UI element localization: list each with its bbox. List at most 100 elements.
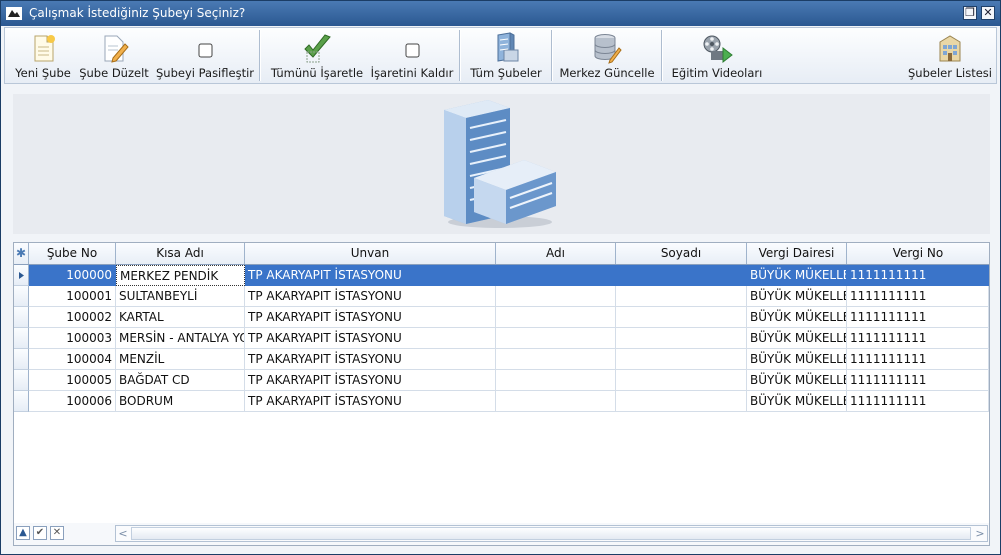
column-header-tax-office[interactable]: Vergi Dairesi: [747, 243, 847, 264]
cell-branch-no[interactable]: 100002: [29, 307, 116, 328]
restore-button[interactable]: ❐: [963, 6, 977, 20]
row-indicator[interactable]: [14, 265, 29, 286]
confirm-icon[interactable]: ✔: [33, 526, 47, 540]
cell-last-name[interactable]: [616, 349, 747, 370]
cell-last-name[interactable]: [616, 307, 747, 328]
all-branches-button[interactable]: Tüm Şubeler: [465, 28, 547, 83]
new-row-icon[interactable]: ✱: [14, 243, 29, 264]
table-row[interactable]: 100001 SULTANBEYLİ TP AKARYAPIT İSTASYONU B…: [14, 286, 989, 307]
cell-tax-office[interactable]: BÜYÜK MÜKELLEF: [747, 307, 847, 328]
cell-tax-office[interactable]: BÜYÜK MÜKELLEF: [747, 286, 847, 307]
close-button[interactable]: ✕: [981, 6, 995, 20]
row-indicator[interactable]: [14, 349, 29, 370]
cell-branch-no[interactable]: 100000: [29, 265, 116, 286]
cell-tax-office[interactable]: BÜYÜK MÜKELLEF: [747, 265, 847, 286]
cell-tax-no[interactable]: 1111111111: [847, 328, 989, 349]
cell-first-name[interactable]: [496, 307, 616, 328]
cell-tax-no[interactable]: 1111111111: [847, 391, 989, 412]
cell-tax-no[interactable]: 1111111111: [847, 286, 989, 307]
update-center-label: Merkez Güncelle: [559, 66, 655, 80]
table-row[interactable]: 100005 BAĞDAT CD TP AKARYAPIT İSTASYONU BÜY…: [14, 370, 989, 391]
branch-selection-window: Çalışmak İstediğiniz Şubeyi Seçiniz? ❐ ✕…: [0, 0, 1001, 555]
cell-short-name[interactable]: MERKEZ PENDİK: [116, 265, 245, 286]
cell-last-name[interactable]: [616, 370, 747, 391]
column-header-short-name[interactable]: Kısa Adı: [116, 243, 245, 264]
cell-tax-no[interactable]: 1111111111: [847, 370, 989, 391]
training-videos-button[interactable]: Eğitim Videoları: [667, 28, 767, 83]
branch-list-button[interactable]: Şubeler Listesi: [905, 28, 995, 83]
cell-last-name[interactable]: [616, 265, 747, 286]
cell-branch-no[interactable]: 100004: [29, 349, 116, 370]
cell-branch-no[interactable]: 100001: [29, 286, 116, 307]
row-indicator[interactable]: [14, 286, 29, 307]
building-icon: [939, 35, 961, 62]
cell-tax-no[interactable]: 1111111111: [847, 349, 989, 370]
cell-title[interactable]: TP AKARYAPIT İSTASYONU: [245, 286, 496, 307]
row-indicator[interactable]: [14, 370, 29, 391]
row-indicator[interactable]: [14, 328, 29, 349]
table-row[interactable]: 100000 MERKEZ PENDİK TP AKARYAPIT İSTASYON…: [14, 265, 989, 286]
cell-first-name[interactable]: [496, 265, 616, 286]
update-center-button[interactable]: Merkez Güncelle: [557, 28, 657, 83]
check-all-button[interactable]: Tümünü İşaretle: [265, 28, 369, 83]
cell-first-name[interactable]: [496, 349, 616, 370]
cell-branch-no[interactable]: 100005: [29, 370, 116, 391]
scroll-left-icon[interactable]: <: [116, 526, 130, 541]
cell-short-name[interactable]: SULTANBEYLİ: [116, 286, 245, 307]
cell-short-name[interactable]: MERSİN - ANTALYA YOLU: [116, 328, 245, 349]
cell-first-name[interactable]: [496, 391, 616, 412]
cell-tax-office[interactable]: BÜYÜK MÜKELLEF: [747, 328, 847, 349]
table-row[interactable]: 100002 KARTAL TP AKARYAPIT İSTASYONU BÜYÜK …: [14, 307, 989, 328]
cell-short-name[interactable]: MENZİL: [116, 349, 245, 370]
grid-header: ✱ Şube No Kısa Adı Unvan Adı Soyadı Verg…: [14, 243, 989, 265]
horizontal-scrollbar[interactable]: < >: [115, 525, 988, 542]
cell-first-name[interactable]: [496, 328, 616, 349]
scroll-right-icon[interactable]: >: [973, 526, 987, 541]
cell-title[interactable]: TP AKARYAPIT İSTASYONU: [245, 391, 496, 412]
cell-branch-no[interactable]: 100006: [29, 391, 116, 412]
grid-navigator: ▲ ✔ ✕ < >: [14, 523, 989, 545]
move-up-icon[interactable]: ▲: [16, 526, 30, 540]
all-branches-label: Tüm Şubeler: [470, 66, 542, 80]
column-header-tax-no[interactable]: Vergi No: [847, 243, 989, 264]
cell-title[interactable]: TP AKARYAPIT İSTASYONU: [245, 349, 496, 370]
cell-short-name[interactable]: KARTAL: [116, 307, 245, 328]
current-row-icon: [19, 272, 24, 279]
table-row[interactable]: 100004 MENZİL TP AKARYAPIT İSTASYONU BÜYÜK …: [14, 349, 989, 370]
row-indicator[interactable]: [14, 391, 29, 412]
cell-short-name[interactable]: BAĞDAT CD: [116, 370, 245, 391]
cell-last-name[interactable]: [616, 328, 747, 349]
cell-title[interactable]: TP AKARYAPIT İSTASYONU: [245, 370, 496, 391]
column-header-last-name[interactable]: Soyadı: [616, 243, 747, 264]
table-row[interactable]: 100003MERSİN - ANTALYA YOLUTP AKARYAPIT …: [14, 328, 989, 349]
cell-tax-no[interactable]: 1111111111: [847, 307, 989, 328]
cell-branch-no[interactable]: 100003: [29, 328, 116, 349]
cell-tax-no[interactable]: 1111111111: [847, 265, 989, 286]
new-branch-button[interactable]: Yeni Şube: [11, 28, 75, 83]
cancel-icon[interactable]: ✕: [50, 526, 64, 540]
uncheck-button[interactable]: İşaretini Kaldır: [369, 28, 455, 83]
cell-title[interactable]: TP AKARYAPIT İSTASYONU: [245, 328, 496, 349]
cell-short-name[interactable]: BODRUM: [116, 391, 245, 412]
column-header-branch-no[interactable]: Şube No: [29, 243, 116, 264]
cell-first-name[interactable]: [496, 286, 616, 307]
edit-branch-button[interactable]: Şube Düzelt: [79, 28, 149, 83]
cell-title[interactable]: TP AKARYAPIT İSTASYONU: [245, 307, 496, 328]
cell-title[interactable]: TP AKARYAPIT İSTASYONU: [245, 265, 496, 286]
cell-last-name[interactable]: [616, 391, 747, 412]
scroll-thumb[interactable]: [131, 527, 971, 540]
column-header-title[interactable]: Unvan: [245, 243, 496, 264]
column-header-first-name[interactable]: Adı: [496, 243, 616, 264]
cell-tax-office[interactable]: BÜYÜK MÜKELLEF: [747, 391, 847, 412]
cell-tax-office[interactable]: BÜYÜK MÜKELLEF: [747, 349, 847, 370]
title-bar[interactable]: Çalışmak İstediğiniz Şubeyi Seçiniz? ❐ ✕: [1, 1, 1000, 26]
film-reel-icon: [703, 35, 733, 64]
deactivate-branch-button[interactable]: Şubeyi Pasifleştir: [155, 28, 255, 83]
cell-tax-office[interactable]: BÜYÜK MÜKELLEF: [747, 370, 847, 391]
deactivate-branch-label: Şubeyi Pasifleştir: [155, 66, 254, 80]
cell-first-name[interactable]: [496, 370, 616, 391]
branch-grid: ✱ Şube No Kısa Adı Unvan Adı Soyadı Verg…: [13, 242, 990, 546]
table-row[interactable]: 100006 BODRUM TP AKARYAPIT İSTASYONU BÜYÜK …: [14, 391, 989, 412]
row-indicator[interactable]: [14, 307, 29, 328]
cell-last-name[interactable]: [616, 286, 747, 307]
